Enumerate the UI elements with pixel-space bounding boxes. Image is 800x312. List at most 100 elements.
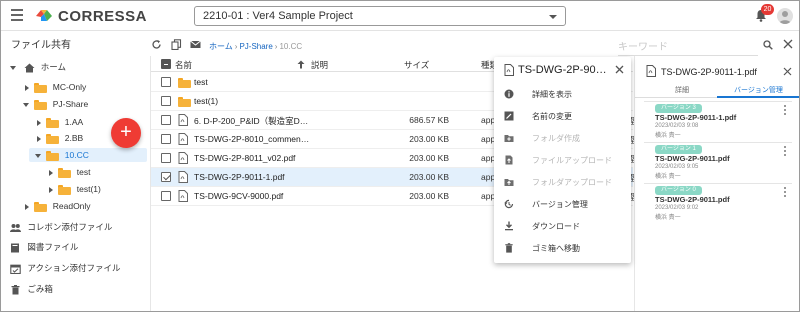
expand-toggle-icon[interactable] — [35, 153, 41, 158]
mail-send-icon[interactable] — [190, 39, 201, 50]
file-name[interactable]: test(1) — [194, 96, 324, 106]
tree-item-test-1[interactable]: test(1) — [49, 182, 101, 196]
tree-item-label: 10.CC — [64, 150, 89, 160]
close-icon[interactable] — [783, 67, 792, 76]
more-vertical-icon[interactable] — [784, 146, 787, 158]
menu-item-label: 名前の変更 — [532, 112, 572, 121]
row-checkbox[interactable] — [161, 134, 171, 144]
version-file-name: TS-DWG-2P-9011.pdf — [655, 195, 730, 204]
tree-item-label: MC-Only — [52, 82, 87, 92]
file-name[interactable]: TS-DWG-9CV-9000.pdf — [194, 191, 324, 201]
nav-item-label: アクション添付ファイル — [27, 263, 121, 273]
row-checkbox[interactable] — [161, 77, 171, 87]
column-header-description[interactable]: 説明 — [311, 59, 328, 71]
version-user: 横浜 責一 — [655, 133, 681, 139]
version-file-name: TS-DWG-2P-9011.pdf — [655, 154, 730, 163]
nav-item-label: コレボン添付ファイル — [27, 222, 113, 232]
column-header-size[interactable]: サイズ — [404, 59, 429, 71]
add-button[interactable]: + — [111, 118, 141, 148]
row-checkbox[interactable] — [161, 153, 171, 163]
breadcrumb-pj-share[interactable]: PJ-Share — [239, 42, 272, 51]
close-panel-icon[interactable] — [783, 39, 793, 49]
folder-icon — [34, 201, 48, 212]
more-vertical-icon[interactable] — [784, 187, 787, 199]
sort-up-icon[interactable] — [297, 60, 305, 69]
tab-details[interactable]: 詳細 — [675, 85, 689, 95]
row-checkbox[interactable] — [161, 191, 171, 201]
menu-item[interactable]: 詳細を表示 — [494, 85, 631, 103]
tree-item-label: ホーム — [40, 62, 66, 72]
file-name[interactable]: 6. D-P-200_P&ID（製造室D… — [194, 115, 324, 127]
menu-item: フォルダ作成 — [494, 129, 631, 147]
file-name[interactable]: test — [194, 77, 324, 87]
file-name[interactable]: TS-DWG-2P-9011-1.pdf — [194, 172, 324, 182]
file-upload-icon — [505, 155, 513, 165]
tree-item-test[interactable]: test — [49, 165, 90, 179]
version-card[interactable]: バージョン 1 TS-DWG-2P-9011.pdf 2023/02/03 9:05… — [644, 142, 792, 184]
folder-icon — [46, 117, 60, 128]
folder-icon — [34, 82, 48, 93]
tree-item-label: PJ-Share — [52, 99, 89, 109]
file-name[interactable]: TS-DWG-2P-8011_v02.pdf — [194, 153, 324, 163]
search-icon[interactable] — [763, 40, 773, 50]
notification-badge: 20 — [761, 4, 774, 15]
menu-item[interactable]: 名前の変更 — [494, 107, 631, 125]
tree-item-label: test — [76, 167, 91, 177]
version-card[interactable]: バージョン 3 TS-DWG-2P-9011-1.pdf 2023/02/03 9:… — [644, 101, 792, 143]
tree-item-2-bb[interactable]: 2.BB — [37, 131, 83, 145]
tree-item-pj-share[interactable]: PJ-Share — [23, 97, 88, 111]
menu-item[interactable]: ダウンロード — [494, 217, 631, 235]
pdf-file-icon — [646, 65, 656, 77]
tree-item-mc-only[interactable]: MC-Only — [25, 80, 86, 94]
row-checkbox[interactable] — [161, 172, 171, 182]
expand-toggle-icon[interactable] — [37, 135, 41, 142]
version-user: 横浜 責一 — [655, 215, 681, 221]
menu-icon[interactable] — [11, 9, 23, 21]
nav-item-action-attachments[interactable]: アクション添付ファイル — [10, 261, 120, 275]
folder-open-icon — [46, 150, 60, 161]
nav-item-correspondence-attachments[interactable]: コレボン添付ファイル — [10, 220, 112, 234]
folder-open-icon — [34, 99, 48, 110]
home-icon — [24, 63, 35, 73]
column-header-name[interactable]: 名前 — [175, 59, 192, 71]
tree-item-1-aa[interactable]: 1.AA — [37, 115, 83, 129]
copy-icon[interactable] — [171, 39, 182, 50]
tree-item-10-cc[interactable]: 10.CC — [35, 148, 89, 162]
expand-toggle-icon[interactable] — [37, 119, 41, 126]
nav-item-document-files[interactable]: 図書ファイル — [10, 240, 78, 254]
menu-item[interactable]: ゴミ箱へ移動 — [494, 239, 631, 257]
row-checkbox[interactable] — [161, 115, 171, 125]
refresh-icon[interactable] — [151, 39, 162, 50]
file-size: 203.00 KB — [409, 153, 449, 163]
detail-panel: TS-DWG-2P-9011-1.pdf 詳細 バージョン管理 バージョン 3T… — [634, 56, 799, 311]
context-menu: TS-DWG-2P-9011-1.pdf 詳細を表示名前の変更フォルダ作成ファイ… — [494, 57, 631, 263]
close-icon[interactable] — [615, 65, 624, 74]
tree-item-home[interactable]: ホーム — [10, 60, 66, 74]
version-card[interactable]: バージョン 0 TS-DWG-2P-9011.pdf 2023/02/03 9:02… — [644, 183, 792, 225]
avatar[interactable] — [777, 8, 793, 24]
page-title: ファイル共有 — [11, 40, 71, 51]
expand-toggle-icon[interactable] — [25, 203, 29, 210]
version-badge: バージョン 1 — [655, 145, 702, 154]
tree-item-readonly[interactable]: ReadOnly — [25, 199, 91, 213]
keyword-search-input[interactable]: キーワード — [618, 38, 758, 56]
expand-toggle-icon[interactable] — [10, 65, 16, 70]
brand-name: CORRESSA — [58, 8, 148, 25]
project-select[interactable]: 2210-01 : Ver4 Sample Project — [194, 6, 566, 26]
menu-item-label: バージョン管理 — [532, 200, 588, 209]
breadcrumb: ホーム › PJ-Share › 10.CC — [209, 42, 303, 51]
expand-toggle-icon[interactable] — [25, 84, 29, 91]
nav-item-trash[interactable]: ごみ箱 — [10, 282, 53, 296]
tab-version-management[interactable]: バージョン管理 — [734, 85, 783, 95]
expand-toggle-icon[interactable] — [23, 102, 29, 107]
menu-item-label: フォルダアップロード — [532, 178, 612, 187]
file-size: 686.57 KB — [409, 115, 449, 125]
expand-toggle-icon[interactable] — [49, 169, 53, 176]
more-vertical-icon[interactable] — [784, 105, 787, 117]
expand-toggle-icon[interactable] — [49, 186, 53, 193]
menu-item[interactable]: バージョン管理 — [494, 195, 631, 213]
select-all-checkbox[interactable] — [161, 59, 171, 69]
row-checkbox[interactable] — [161, 96, 171, 106]
breadcrumb-home[interactable]: ホーム — [209, 42, 233, 51]
file-name[interactable]: TS-DWG-2P-8010_commen… — [194, 134, 324, 144]
